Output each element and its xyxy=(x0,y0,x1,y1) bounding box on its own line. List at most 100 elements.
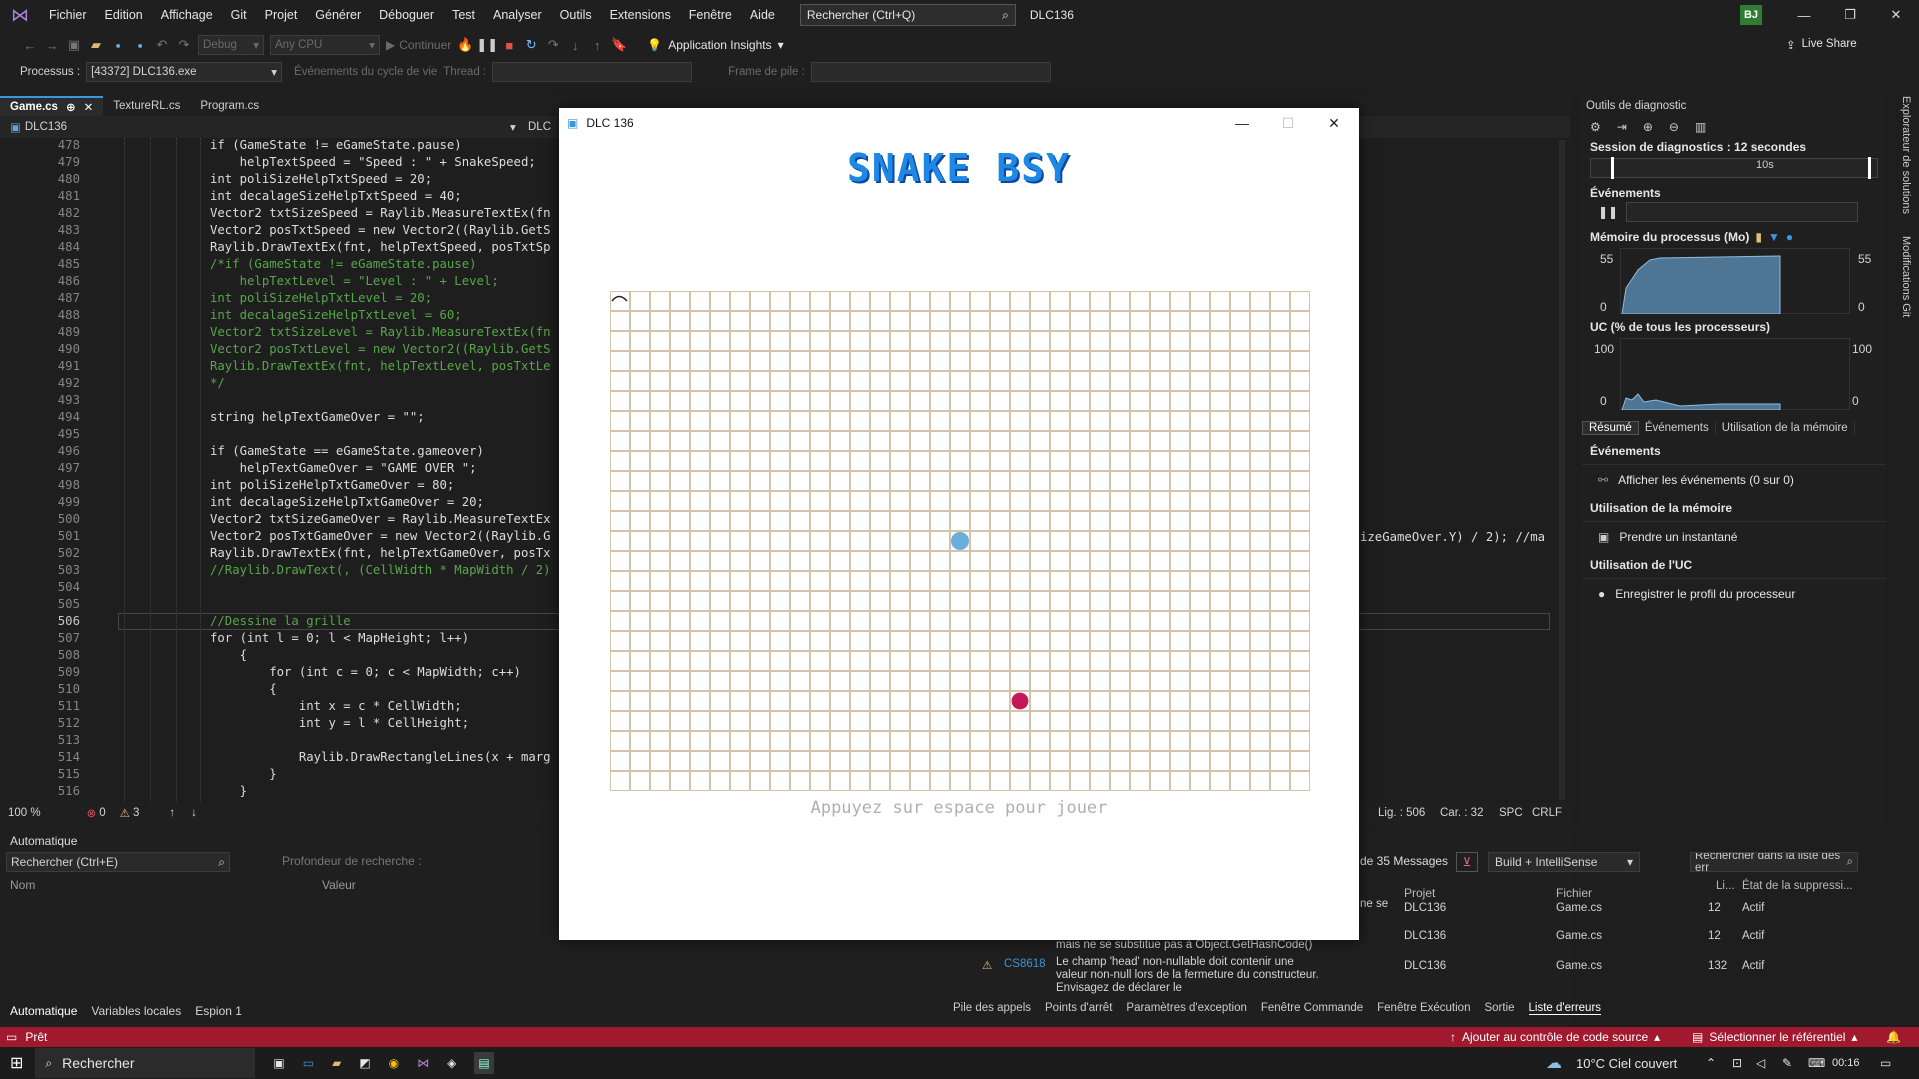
visual-studio-logo-icon[interactable]: ⋈ xyxy=(0,0,40,30)
select-repository[interactable]: ▤ Sélectionner le référentiel ▴ xyxy=(1692,1030,1857,1044)
config-select[interactable]: Debug ▾ xyxy=(198,35,264,55)
menu-item-analyze[interactable]: Analyser xyxy=(484,0,551,30)
restore-icon[interactable]: ❐ xyxy=(1827,0,1873,30)
menu-item-build[interactable]: Générer xyxy=(306,0,370,30)
live-share-button[interactable]: ⇪ Live Share xyxy=(1786,38,1857,52)
step-into-icon[interactable]: ↓ xyxy=(567,37,583,53)
dlc136-taskbar-icon[interactable]: ▤ xyxy=(474,1052,494,1074)
add-source-control[interactable]: ↑ Ajouter au contrôle de code source ▴ xyxy=(1450,1030,1660,1044)
export-icon[interactable]: ⇥ xyxy=(1617,120,1627,134)
tab-watch-1[interactable]: Espion 1 xyxy=(195,1004,242,1018)
record-cpu-link[interactable]: ● Enregistrer le profil du processeur xyxy=(1582,579,1886,609)
error-list-search[interactable]: Rechercher dans la liste des err ⌕ xyxy=(1690,852,1858,872)
menu-item-extensions[interactable]: Extensions xyxy=(601,0,680,30)
restart-icon[interactable]: ↻ xyxy=(523,37,539,53)
game-close-icon[interactable]: ✕ xyxy=(1311,108,1357,138)
clock[interactable]: 00:16 xyxy=(1832,1057,1860,1069)
save-icon[interactable]: ▪ xyxy=(110,37,126,53)
tray-chevron-icon[interactable]: ⌃ xyxy=(1706,1056,1716,1070)
chart-icon[interactable]: ▥ xyxy=(1695,120,1706,134)
network-icon[interactable]: ⊡ xyxy=(1732,1056,1742,1070)
user-avatar[interactable]: BJ xyxy=(1740,5,1762,25)
git-changes-side-tab[interactable]: Modifications Git xyxy=(1892,236,1912,336)
zoom-out-icon[interactable]: ⊖ xyxy=(1669,120,1679,134)
tab-error-list[interactable]: Liste d'erreurs xyxy=(1528,1002,1602,1015)
error-count[interactable]: 0 xyxy=(99,807,105,819)
volume-icon[interactable]: ◁ xyxy=(1756,1056,1765,1070)
stack-frame-select[interactable] xyxy=(810,62,1051,82)
weather-text[interactable]: 10°C Ciel couvert xyxy=(1576,1056,1677,1071)
tab-command-window[interactable]: Fenêtre Commande xyxy=(1261,1002,1363,1015)
tab-program-cs[interactable]: Program.cs xyxy=(190,96,269,116)
hot-reload-icon[interactable]: 🔥 xyxy=(457,37,473,53)
close-icon[interactable]: ✕ xyxy=(1873,0,1919,30)
back-icon[interactable]: ← xyxy=(22,37,38,53)
pause-icon[interactable]: ❚❚ xyxy=(476,37,498,53)
minimize-icon[interactable]: — xyxy=(1781,0,1827,30)
visual-studio-taskbar-icon[interactable]: ⋈ xyxy=(417,1056,429,1070)
close-tab-icon[interactable]: ✕ xyxy=(84,100,94,114)
notification-center-icon[interactable]: ▭ xyxy=(1880,1056,1891,1070)
error-row[interactable]: ⚠ CS8618 Le champ 'head' non-nullable doit… xyxy=(960,956,1880,994)
col-line[interactable]: Li... xyxy=(1716,880,1735,892)
step-over-icon[interactable]: ↷ xyxy=(545,37,561,53)
redo-icon[interactable]: ↷ xyxy=(176,37,192,53)
autos-search[interactable]: Rechercher (Ctrl+E) ⌕ xyxy=(6,852,230,872)
pause-icon[interactable]: ❚❚ xyxy=(1598,205,1618,219)
menu-item-file[interactable]: Fichier xyxy=(40,0,96,30)
tab-immediate-window[interactable]: Fenêtre Exécution xyxy=(1377,1002,1470,1015)
tab-locals[interactable]: Variables locales xyxy=(91,1004,181,1018)
tab-summary[interactable]: Résumé xyxy=(1582,421,1639,435)
notification-icon[interactable]: 🔔 xyxy=(1886,1030,1901,1044)
tab-output[interactable]: Sortie xyxy=(1484,1002,1514,1015)
process-select[interactable]: [43372] DLC136.exe ▾ xyxy=(86,62,283,82)
thread-select[interactable] xyxy=(492,62,693,82)
pen-icon[interactable]: ✎ xyxy=(1782,1056,1792,1070)
game-grid[interactable] xyxy=(609,290,1311,792)
menu-item-test[interactable]: Test xyxy=(443,0,484,30)
tab-events[interactable]: Événements xyxy=(1639,422,1716,434)
app-icon[interactable]: ◩ xyxy=(359,1056,370,1070)
tab-breakpoints[interactable]: Points d'arrêt xyxy=(1045,1002,1112,1015)
continue-button[interactable]: ▶ Continuer xyxy=(386,38,451,52)
menu-item-help[interactable]: Aide xyxy=(741,0,784,30)
open-folder-icon[interactable]: ▰ xyxy=(88,37,104,53)
game-minimize-icon[interactable]: — xyxy=(1219,108,1265,138)
diag-events-header[interactable]: Événements xyxy=(1582,180,1886,202)
game-app-taskbar-icon[interactable]: ◈ xyxy=(447,1056,456,1070)
pin-icon[interactable]: ⊕ xyxy=(66,100,76,114)
whitespace-mode[interactable]: SPC xyxy=(1499,807,1523,819)
diag-cpu-header[interactable]: UC (% de tous les processeurs) xyxy=(1582,316,1886,336)
windows-start-icon[interactable]: ⊞ xyxy=(10,1053,23,1073)
arrow-up-icon[interactable]: ↑ xyxy=(169,807,175,819)
col-suppression-state[interactable]: État de la suppressi... xyxy=(1742,880,1853,892)
zoom-level[interactable]: 100 % xyxy=(8,807,41,819)
chevron-down-icon[interactable]: ▾ xyxy=(510,120,516,134)
forward-icon[interactable]: → xyxy=(44,37,60,53)
tab-call-stack[interactable]: Pile des appels xyxy=(953,1002,1031,1015)
show-events-link[interactable]: ⚯ Afficher les événements (0 sur 0) xyxy=(1582,465,1886,495)
file-explorer-icon[interactable]: ▰ xyxy=(332,1056,341,1070)
platform-select[interactable]: Any CPU ▾ xyxy=(270,35,380,55)
save-all-icon[interactable]: ▪ xyxy=(132,37,148,53)
menu-item-debug[interactable]: Déboguer xyxy=(370,0,443,30)
step-out-icon[interactable]: ↑ xyxy=(589,37,605,53)
stop-icon[interactable]: ■ xyxy=(501,37,517,53)
diag-timeline[interactable]: 10s xyxy=(1590,157,1878,179)
warning-count[interactable]: 3 xyxy=(133,807,139,819)
language-icon[interactable]: ⌨ xyxy=(1808,1056,1825,1070)
menu-item-view[interactable]: Affichage xyxy=(152,0,222,30)
error-message-count[interactable]: de 35 Messages xyxy=(1360,854,1448,868)
tab-exception-settings[interactable]: Paramètres d'exception xyxy=(1126,1002,1246,1015)
filter-icon[interactable]: ⊻ xyxy=(1456,852,1478,872)
line-ending[interactable]: CRLF xyxy=(1532,807,1562,819)
menu-item-edit[interactable]: Edition xyxy=(96,0,152,30)
tab-memory-usage[interactable]: Utilisation de la mémoire xyxy=(1716,422,1855,434)
timeline-handle-start[interactable] xyxy=(1611,157,1614,179)
take-snapshot-link[interactable]: ▣ Prendre un instantané xyxy=(1582,522,1886,552)
monitor-app-icon[interactable]: ▭ xyxy=(303,1056,314,1070)
game-maximize-icon[interactable]: ☐ xyxy=(1265,108,1311,138)
menu-item-window[interactable]: Fenêtre xyxy=(680,0,741,30)
gear-icon[interactable]: ⚙ xyxy=(1590,120,1601,134)
new-item-icon[interactable]: ▣ xyxy=(66,37,82,53)
